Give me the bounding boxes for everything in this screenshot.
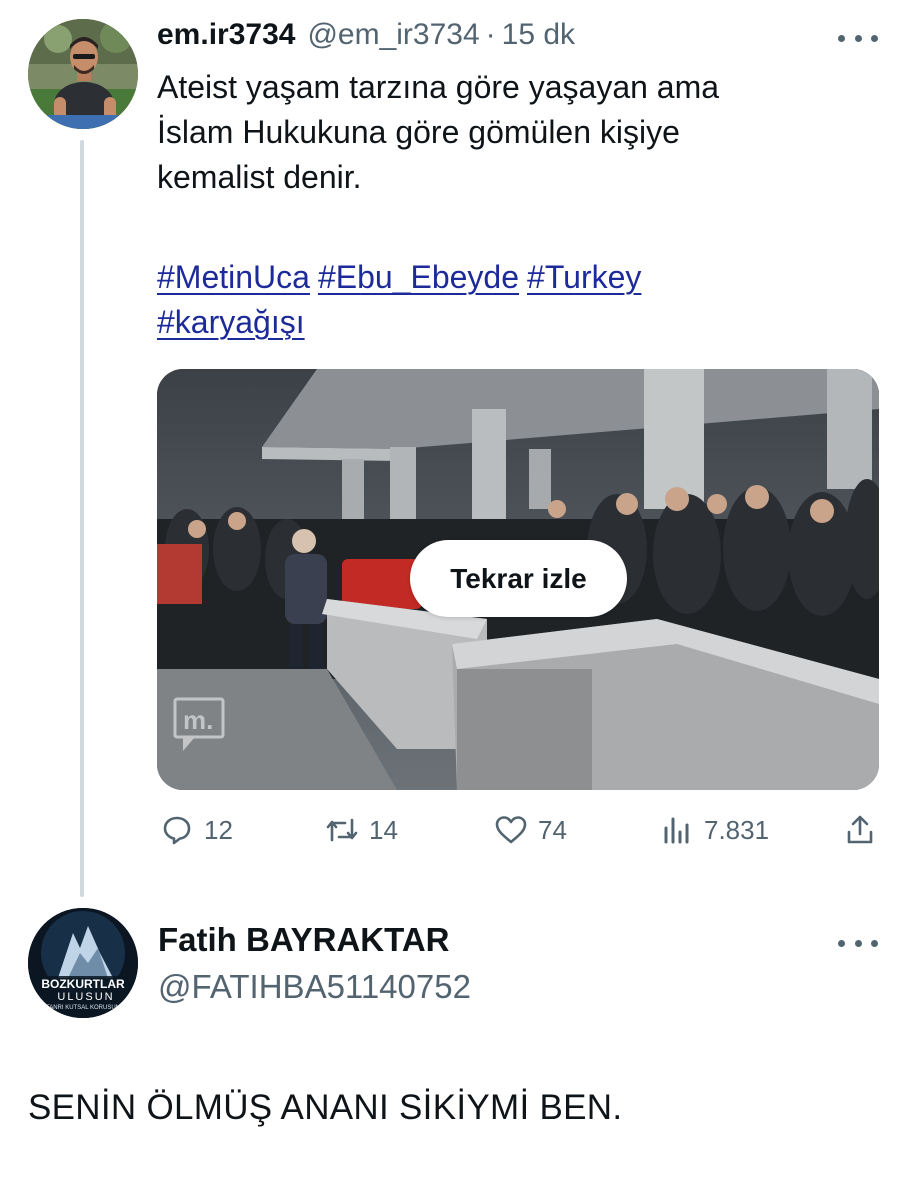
views-count: 7.831: [704, 814, 770, 845]
tweet-text: Ateist yaşam tarzına göre yaşayan ama İs…: [157, 65, 857, 200]
user-handle[interactable]: @em_ir3734: [307, 18, 479, 52]
svg-text:ULUSUN: ULUSUN: [57, 991, 114, 1003]
tweet-header: em.ir3734 @em_ir3734 · 15 dk: [157, 18, 575, 58]
display-name[interactable]: em.ir3734: [157, 18, 295, 52]
thread-line: [80, 140, 84, 897]
share-icon: [843, 813, 877, 847]
user-handle[interactable]: @FATIHBA51140752: [158, 968, 471, 1006]
reply-icon: [160, 813, 194, 847]
hashtag-link[interactable]: #karyağışı: [157, 304, 305, 340]
share-button[interactable]: [843, 810, 887, 850]
timestamp[interactable]: 15 dk: [502, 18, 575, 52]
hashtag-link[interactable]: #MetinUca: [157, 259, 310, 295]
reply-count: 12: [204, 814, 233, 845]
retweet-count: 14: [369, 814, 398, 845]
like-count: 74: [538, 814, 567, 845]
tweet-text-line: İslam Hukukuna göre gömülen kişiye: [157, 114, 680, 150]
views-button[interactable]: 7.831: [660, 810, 769, 850]
views-icon: [660, 813, 694, 847]
tweet-text: SENİN ÖLMÜŞ ANANI SİKİYMİ BEN.: [28, 1088, 623, 1127]
more-icon[interactable]: [838, 28, 878, 48]
hashtag-link[interactable]: #Turkey: [527, 259, 641, 295]
avatar[interactable]: BOZKURTLAR ULUSUN TANRI KUTSAL KORUSUN: [28, 908, 138, 1018]
svg-text:TANRI KUTSAL KORUSUN: TANRI KUTSAL KORUSUN: [46, 1005, 120, 1011]
retweet-icon: [325, 813, 359, 847]
retweet-button[interactable]: 14: [325, 810, 398, 850]
tweet-text-line: Ateist yaşam tarzına göre yaşayan ama: [157, 69, 720, 105]
tweet-text-line: kemalist denir.: [157, 159, 362, 195]
separator-dot: ·: [485, 18, 496, 51]
replay-button[interactable]: Tekrar izle: [410, 540, 627, 617]
avatar[interactable]: [28, 19, 138, 129]
hashtag-list: #MetinUca #Ebu_Ebeyde #Turkey #karyağışı: [157, 255, 857, 345]
hashtag-link[interactable]: #Ebu_Ebeyde: [318, 259, 519, 295]
like-icon: [494, 813, 528, 847]
display-name[interactable]: Fatih BAYRAKTAR: [158, 921, 450, 959]
svg-text:m.: m.: [183, 705, 213, 735]
svg-text:BOZKURTLAR: BOZKURTLAR: [41, 977, 125, 991]
like-button[interactable]: 74: [494, 810, 567, 850]
more-icon[interactable]: [838, 933, 878, 953]
reply-button[interactable]: 12: [160, 810, 233, 850]
